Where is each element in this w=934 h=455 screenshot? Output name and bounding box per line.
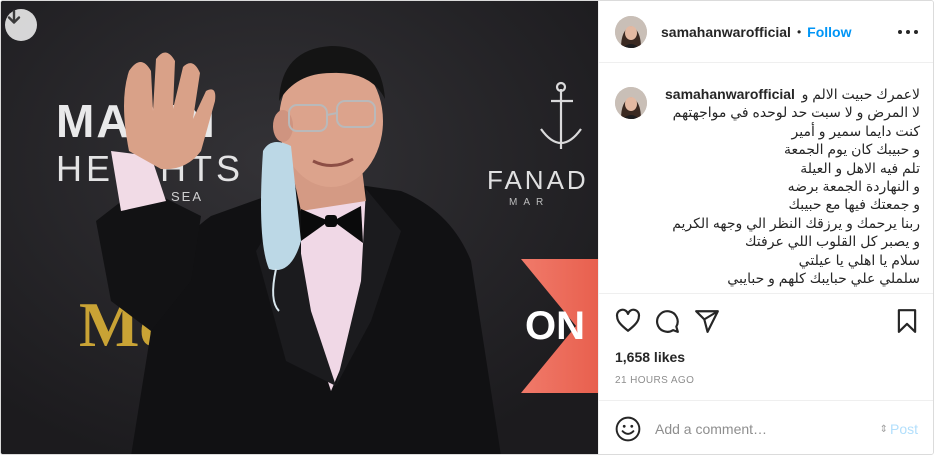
instagram-post-window: MAADI HEIGHTS SEA Mega FANAD MAR ON	[0, 0, 934, 455]
header-username[interactable]: samahanwarofficial	[661, 24, 791, 40]
separator-dot: •	[796, 24, 802, 39]
bookmark-icon[interactable]	[894, 308, 920, 334]
caption-line: تلم فيه الاهل و العيلة	[800, 159, 920, 176]
share-icon[interactable]	[694, 308, 720, 334]
caption-line: سلام يا اهلي يا عيلتي	[798, 251, 920, 268]
emoji-icon[interactable]	[615, 416, 641, 442]
caption-line: لا المرض و لا سبت حد لوحده في مواجهتهم	[672, 104, 920, 121]
caption-first-line: samahanwarofficial لاعمرك حبيت الالم و	[665, 85, 920, 103]
post-header: samahanwarofficial • Follow	[599, 1, 933, 63]
avatar-portrait-icon	[615, 87, 647, 119]
caption-comment: samahanwarofficial لاعمرك حبيت الالم و ل…	[615, 85, 920, 287]
caption-lines: لا المرض و لا سبت حد لوحده في مواجهتهم ك…	[665, 103, 920, 287]
text-cursor-icon: ⇕	[879, 423, 888, 435]
avatar-portrait-icon	[615, 15, 647, 48]
comment-input[interactable]	[655, 420, 865, 437]
sign-on: ON	[525, 304, 585, 348]
post-comment-label: Post	[889, 421, 918, 437]
caption-area: samahanwarofficial لاعمرك حبيت الالم و ل…	[599, 63, 933, 293]
caption-avatar[interactable]	[615, 87, 647, 119]
comment-icon[interactable]	[654, 308, 680, 334]
action-bar	[599, 293, 933, 345]
download-arrow-icon	[7, 9, 21, 24]
caption-line: و حبيبك كان يوم الجمعة	[783, 141, 920, 158]
caption-line: كنت دايما سمير و أمير	[791, 122, 920, 139]
photo-illustration: MAADI HEIGHTS SEA Mega FANAD MAR ON	[1, 1, 598, 454]
post-side-panel: samahanwarofficial • Follow samahanwarof…	[598, 1, 933, 454]
post-comment-button[interactable]: ⇕ Post	[880, 421, 918, 437]
sign-sea: SEA	[171, 189, 203, 204]
caption-line: و يصبر كل القلوب اللي عرفتك	[745, 233, 920, 250]
download-button[interactable]	[5, 9, 37, 41]
avatar[interactable]	[615, 15, 647, 48]
caption-body: samahanwarofficial لاعمرك حبيت الالم و ل…	[665, 85, 920, 287]
heart-icon[interactable]	[615, 308, 641, 334]
comment-bar: ⇕ Post	[599, 400, 933, 454]
caption-line: سلملي علي حبايبك كلهم و حبايبي	[727, 270, 920, 287]
caption-line: ربنا يرحمك و يرزقك النظر الي وجهه الكريم	[672, 214, 920, 231]
likes-count[interactable]: 1,658 likes	[615, 349, 685, 365]
post-timestamp[interactable]: 21 HOURS AGO	[615, 375, 694, 386]
more-horizontal-icon[interactable]	[898, 23, 918, 41]
caption-line: و جمعتك فيها مع حبيبك	[788, 196, 920, 213]
sign-fanadir: FANAD	[487, 165, 589, 195]
follow-button[interactable]: Follow	[807, 24, 851, 40]
caption-line: و النهاردة الجمعة برضه	[787, 178, 920, 195]
caption-text-first: لاعمرك حبيت الالم و	[801, 86, 920, 102]
post-photo[interactable]: MAADI HEIGHTS SEA Mega FANAD MAR ON	[1, 1, 598, 454]
caption-username[interactable]: samahanwarofficial	[665, 85, 795, 103]
sign-fanadir-sub: MAR	[509, 197, 549, 208]
